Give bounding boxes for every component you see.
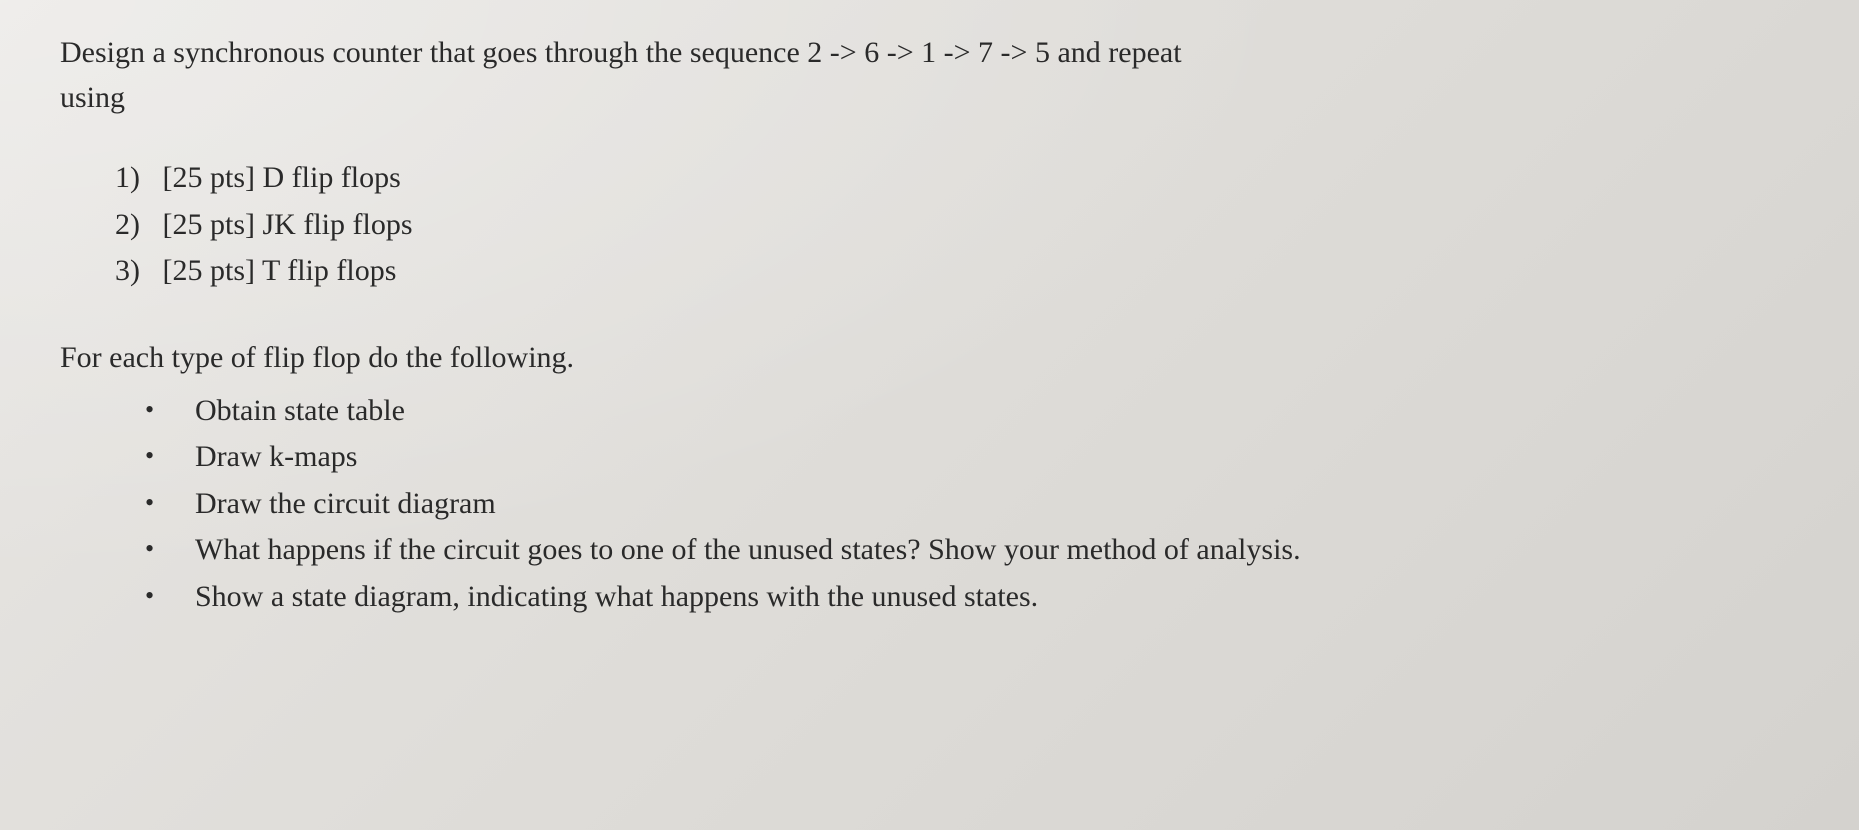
item-number: 2) xyxy=(115,208,140,241)
document-content: Design a synchronous counter that goes t… xyxy=(60,30,1799,620)
bullet-text: What happens if the circuit goes to one … xyxy=(195,533,1301,566)
bullet-list: Obtain state table Draw k-maps Draw the … xyxy=(60,388,1799,621)
intro-line-2: using xyxy=(60,75,1799,120)
list-item: What happens if the circuit goes to one … xyxy=(145,527,1799,574)
intro-paragraph: Design a synchronous counter that goes t… xyxy=(60,30,1799,120)
list-item: Show a state diagram, indicating what ha… xyxy=(145,574,1799,621)
item-text: [25 pts] JK flip flops xyxy=(163,208,413,241)
item-text: [25 pts] D flip flops xyxy=(163,161,401,194)
bullet-text: Show a state diagram, indicating what ha… xyxy=(195,580,1038,613)
bullet-text: Draw k-maps xyxy=(195,440,357,473)
item-text: [25 pts] T flip flops xyxy=(163,254,397,287)
list-item: Draw the circuit diagram xyxy=(145,481,1799,528)
bullet-text: Draw the circuit diagram xyxy=(195,487,496,520)
intro-line-1: Design a synchronous counter that goes t… xyxy=(60,30,1799,75)
list-item: 2) [25 pts] JK flip flops xyxy=(115,202,1799,249)
subheading: For each type of flip flop do the follow… xyxy=(60,335,1799,380)
list-item: 1) [25 pts] D flip flops xyxy=(115,155,1799,202)
numbered-list: 1) [25 pts] D flip flops 2) [25 pts] JK … xyxy=(60,155,1799,295)
list-item: Obtain state table xyxy=(145,388,1799,435)
item-number: 3) xyxy=(115,254,140,287)
list-item: 3) [25 pts] T flip flops xyxy=(115,248,1799,295)
bullet-text: Obtain state table xyxy=(195,394,405,427)
list-item: Draw k-maps xyxy=(145,434,1799,481)
item-number: 1) xyxy=(115,161,140,194)
